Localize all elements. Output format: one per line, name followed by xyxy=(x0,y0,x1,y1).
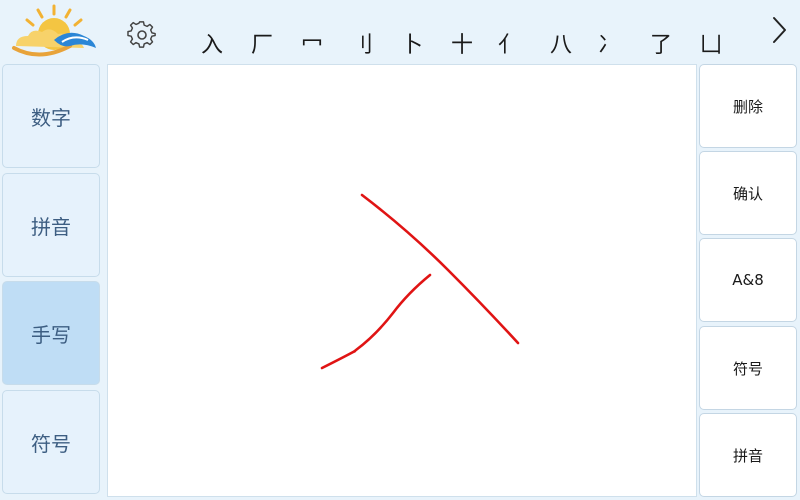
candidate[interactable]: 凵 xyxy=(700,30,722,62)
candidate[interactable]: 亻 xyxy=(498,30,520,62)
confirm-button[interactable]: 确认 xyxy=(699,151,797,235)
candidate[interactable]: 卜 xyxy=(401,30,423,62)
candidate[interactable]: 冖 xyxy=(301,30,323,62)
candidate[interactable]: 厂 xyxy=(251,30,273,62)
delete-button[interactable]: 删除 xyxy=(699,64,797,148)
next-candidates-button[interactable] xyxy=(764,12,794,48)
ink-strokes xyxy=(320,193,520,370)
symbol-button[interactable]: 符号 xyxy=(699,326,797,410)
ink-stroke xyxy=(320,273,432,370)
settings-button[interactable] xyxy=(124,17,160,53)
candidate[interactable]: 了 xyxy=(650,30,672,62)
candidate[interactable]: 刂 xyxy=(351,30,373,62)
pinyin-button[interactable]: 拼音 xyxy=(699,413,797,497)
candidate-bar: 入 厂 冖 刂 卜 十 亻 八 冫 了 凵 xyxy=(188,30,748,62)
input-mode-column: 数字 拼音 手写 符号 xyxy=(2,64,102,498)
sun-cloud-logo xyxy=(12,4,96,57)
handwriting-keyboard: 入 厂 冖 刂 卜 十 亻 八 冫 了 凵 数字 拼音 手写 符号 删除 确认 … xyxy=(0,0,800,500)
top-bar: 入 厂 冖 刂 卜 十 亻 八 冫 了 凵 xyxy=(0,0,800,62)
gear-icon xyxy=(127,21,156,48)
mode-number-button[interactable]: 数字 xyxy=(2,64,100,168)
mode-handwriting-button[interactable]: 手写 xyxy=(2,281,100,385)
candidate[interactable]: 冫 xyxy=(598,30,620,62)
alpha-number-button[interactable]: A&8 xyxy=(699,238,797,322)
action-column: 删除 确认 A&8 符号 拼音 xyxy=(699,64,798,498)
handwriting-canvas[interactable] xyxy=(107,64,697,497)
candidate[interactable]: 八 xyxy=(550,30,572,62)
candidate[interactable]: 十 xyxy=(451,30,473,62)
chevron-right-icon xyxy=(773,17,786,43)
mode-pinyin-button[interactable]: 拼音 xyxy=(2,173,100,277)
candidate[interactable]: 入 xyxy=(201,30,223,62)
mode-symbol-button[interactable]: 符号 xyxy=(2,390,100,494)
